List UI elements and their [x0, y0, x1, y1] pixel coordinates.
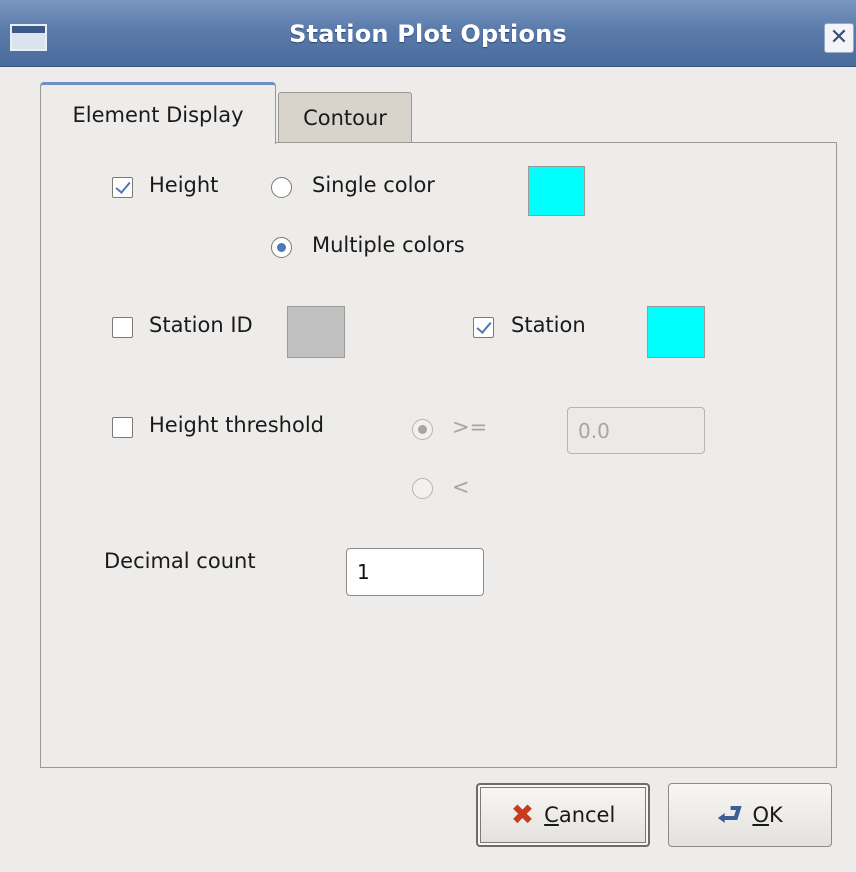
- height-checkbox[interactable]: [112, 177, 133, 198]
- threshold-lt-label: <: [452, 475, 470, 499]
- station-id-checkbox[interactable]: [112, 317, 133, 338]
- threshold-gte-radio[interactable]: [412, 419, 433, 440]
- decimal-count-input[interactable]: 1: [346, 548, 484, 596]
- threshold-value-input[interactable]: 0.0: [567, 407, 705, 454]
- station-id-label: Station ID: [149, 313, 253, 337]
- tab-contour[interactable]: Contour: [278, 92, 412, 143]
- tab-element-display[interactable]: Element Display: [40, 82, 276, 144]
- height-label: Height: [149, 173, 219, 197]
- ok-button[interactable]: ⮐ OK: [668, 783, 832, 847]
- single-color-label: Single color: [312, 173, 435, 197]
- ok-return-icon: ⮐: [717, 798, 743, 831]
- window-title: Station Plot Options: [289, 20, 567, 48]
- threshold-lt-radio[interactable]: [412, 478, 433, 499]
- multiple-colors-radio[interactable]: [271, 237, 292, 258]
- station-id-color-swatch[interactable]: [287, 306, 345, 358]
- height-threshold-checkbox[interactable]: [112, 417, 133, 438]
- height-color-swatch[interactable]: [528, 166, 585, 216]
- ok-button-label: OK: [752, 803, 783, 827]
- tab-contour-label: Contour: [303, 106, 387, 130]
- title-bar: Station Plot Options ✕: [0, 0, 856, 67]
- station-label: Station: [511, 313, 586, 337]
- cancel-x-icon: ✖: [510, 798, 535, 831]
- tab-element-display-label: Element Display: [72, 102, 244, 127]
- station-checkbox[interactable]: [473, 317, 494, 338]
- cancel-button-label: Cancel: [544, 803, 616, 827]
- decimal-count-label: Decimal count: [104, 549, 256, 573]
- cancel-button[interactable]: ✖ Cancel: [476, 783, 650, 847]
- threshold-gte-label: >=: [452, 415, 488, 439]
- single-color-radio[interactable]: [271, 177, 292, 198]
- station-color-swatch[interactable]: [647, 306, 705, 358]
- height-threshold-label: Height threshold: [149, 413, 324, 437]
- close-button[interactable]: ✕: [824, 23, 854, 53]
- multiple-colors-label: Multiple colors: [312, 233, 465, 257]
